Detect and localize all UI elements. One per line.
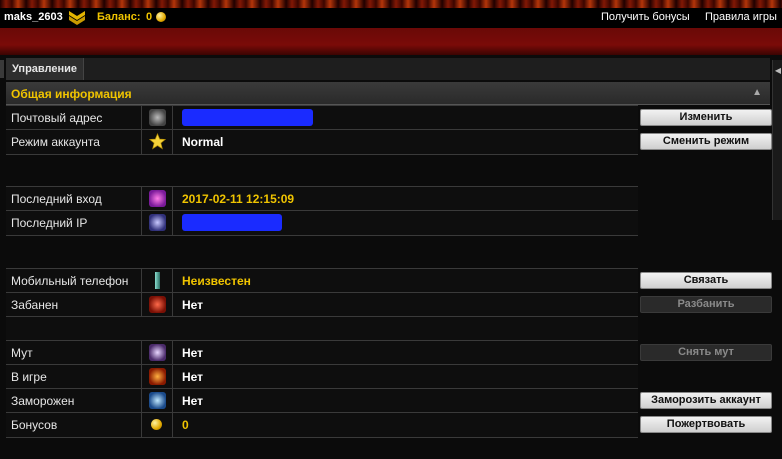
row-label: Почтовый адрес bbox=[11, 111, 103, 125]
row-frozen: Заморожен Нет bbox=[6, 388, 638, 414]
row-spacer bbox=[6, 316, 638, 342]
scroll-left-arrow-icon[interactable]: ◀ bbox=[773, 66, 782, 75]
row-last-login: Последний вход 2017-02-11 12:15:09 bbox=[6, 186, 638, 212]
coin-icon bbox=[156, 12, 166, 22]
row-label: Мобильный телефон bbox=[11, 274, 129, 288]
top-banner: maks_2603 Баланс: 0 Получить бонусы Прав… bbox=[0, 0, 782, 55]
row-label: В игре bbox=[11, 370, 47, 384]
ingame-icon bbox=[149, 368, 166, 385]
ban-hand-icon bbox=[149, 296, 166, 313]
row-value: Normal bbox=[182, 135, 224, 149]
section-header[interactable]: Общая информация ▲ bbox=[6, 82, 770, 105]
row-label: Режим аккаунта bbox=[11, 135, 100, 149]
tab-management[interactable]: Управление bbox=[6, 58, 85, 80]
freeze-account-button[interactable]: Заморозить аккаунт bbox=[640, 392, 772, 409]
network-icon bbox=[149, 214, 166, 231]
fire-decoration bbox=[0, 0, 782, 8]
row-account-mode: Режим аккаунта Normal bbox=[6, 129, 638, 155]
user-strip: maks_2603 Баланс: 0 Получить бонусы Прав… bbox=[0, 8, 782, 28]
row-value: Нет bbox=[182, 346, 204, 360]
row-value: Нет bbox=[182, 298, 204, 312]
change-email-button[interactable]: Изменить bbox=[640, 109, 772, 126]
row-value: Неизвестен bbox=[182, 274, 251, 288]
email-redacted bbox=[182, 109, 313, 126]
row-label: Последний IP bbox=[11, 216, 88, 230]
clock-icon bbox=[149, 190, 166, 207]
row-label: Мут bbox=[11, 346, 33, 360]
get-bonuses-link[interactable]: Получить бонусы bbox=[601, 11, 690, 23]
row-value: 0 bbox=[182, 418, 189, 432]
row-email: Почтовый адрес bbox=[6, 105, 638, 131]
ip-redacted bbox=[182, 214, 282, 231]
star-icon bbox=[149, 133, 166, 150]
mail-icon bbox=[149, 109, 166, 126]
balance-label: Баланс: bbox=[97, 11, 141, 23]
link-phone-button[interactable]: Связать bbox=[640, 272, 772, 289]
coin-icon bbox=[151, 419, 162, 430]
donate-button[interactable]: Пожертвовать bbox=[640, 416, 772, 433]
collapse-icon[interactable]: ▲ bbox=[752, 87, 762, 98]
row-label: Последний вход bbox=[11, 192, 102, 206]
mute-icon bbox=[149, 344, 166, 361]
row-bonuses: Бонусов 0 bbox=[6, 412, 638, 438]
row-mute: Мут Нет bbox=[6, 340, 638, 366]
row-phone: Мобильный телефон Неизвестен bbox=[6, 268, 638, 294]
change-mode-button[interactable]: Сменить режим bbox=[640, 133, 772, 150]
section-title: Общая информация bbox=[11, 87, 132, 101]
unmute-button[interactable]: Снять мут bbox=[640, 344, 772, 361]
row-label: Бонусов bbox=[11, 418, 58, 432]
tab-bar: Управление bbox=[6, 58, 770, 80]
freeze-icon bbox=[149, 392, 166, 409]
phone-icon bbox=[149, 272, 166, 289]
row-label: Заморожен bbox=[11, 394, 75, 408]
balance-value: 0 bbox=[146, 11, 153, 23]
right-scrollbar[interactable]: ◀ bbox=[772, 60, 782, 220]
username[interactable]: maks_2603 bbox=[4, 11, 63, 23]
row-label: Забанен bbox=[11, 298, 59, 312]
row-value: 2017-02-11 12:15:09 bbox=[182, 192, 295, 206]
row-in-game: В игре Нет bbox=[6, 364, 638, 390]
rank-chevron-icon bbox=[69, 11, 85, 25]
row-last-ip: Последний IP bbox=[6, 210, 638, 236]
unban-button[interactable]: Разбанить bbox=[640, 296, 772, 313]
game-rules-link[interactable]: Правила игры bbox=[705, 11, 777, 23]
row-value: Нет bbox=[182, 370, 204, 384]
row-banned: Забанен Нет bbox=[6, 292, 638, 318]
left-scroll-handle[interactable] bbox=[0, 60, 4, 78]
row-value: Нет bbox=[182, 394, 204, 408]
